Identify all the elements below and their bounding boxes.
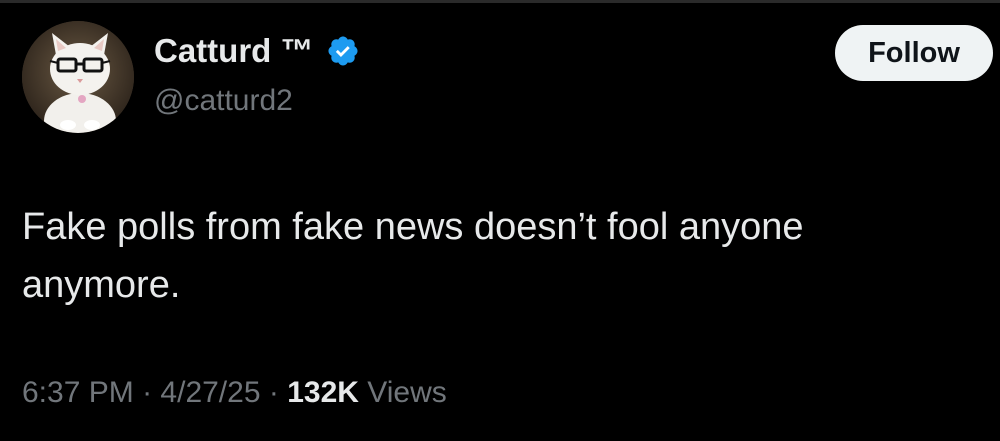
author-handle[interactable]: @catturd2 xyxy=(154,84,293,118)
meta-separator: · xyxy=(142,376,153,409)
verified-badge-icon[interactable] xyxy=(326,34,360,68)
avatar[interactable] xyxy=(22,21,134,133)
top-divider xyxy=(0,0,1000,3)
tweet-time[interactable]: 6:37 PM xyxy=(22,376,134,409)
views-count[interactable]: 132K xyxy=(287,376,359,409)
tweet-meta: 6:37 PM · 4/27/25 · 132K Views xyxy=(22,376,447,410)
cat-avatar-image xyxy=(22,21,134,133)
author-name-text: Catturd ™ xyxy=(154,32,314,69)
author-display-name[interactable]: Catturd ™ xyxy=(154,32,360,70)
tweet-date[interactable]: 4/27/25 xyxy=(160,376,260,409)
views-label: Views xyxy=(367,376,447,409)
tweet-text: Fake polls from fake news doesn’t fool a… xyxy=(22,206,804,306)
meta-separator: · xyxy=(268,376,279,409)
follow-button[interactable]: Follow xyxy=(835,25,993,81)
